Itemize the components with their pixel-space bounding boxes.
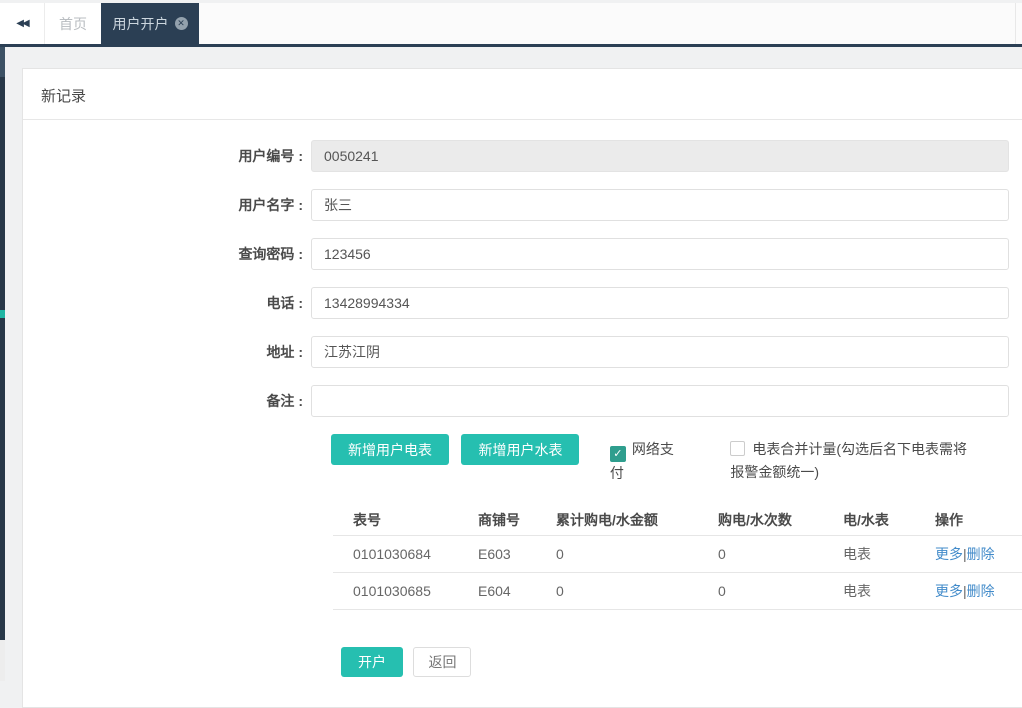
tabbar-edge-divider [1015, 3, 1016, 44]
query-password-label: 查询密码 : [238, 246, 303, 262]
col-header-operation: 操作 [935, 505, 1022, 536]
meter-table-header-row: 表号 商铺号 累计购电/水金额 购电/水次数 电/水表 操作 [333, 505, 1022, 536]
cell-purchase-count: 0 [718, 572, 843, 610]
cell-meter-type: 电表 [843, 572, 935, 610]
cell-shop-no: E603 [478, 535, 556, 573]
address-field[interactable] [311, 336, 1009, 368]
tab-user-account-opening[interactable]: 用户开户 ✕ [101, 3, 199, 44]
open-account-button[interactable]: 开户 [341, 647, 403, 677]
cell-total-amount: 0 [556, 572, 718, 610]
meter-table-container: 表号 商铺号 累计购电/水金额 购电/水次数 电/水表 操作 010103068… [333, 505, 1022, 610]
more-link[interactable]: 更多 [935, 583, 963, 599]
cell-meter-type: 电表 [843, 535, 935, 573]
network-payment-checkbox[interactable]: ✓ [609, 446, 626, 462]
user-name-field[interactable] [311, 189, 1009, 221]
query-password-field[interactable] [311, 238, 1009, 270]
form-row-user-name: 用户名字 : [23, 189, 1022, 221]
cell-operations: 更多|删除 [935, 535, 1022, 573]
address-label: 地址 : [266, 344, 303, 360]
remarks-label: 备注 : [266, 393, 303, 409]
tab-home-label: 首页 [59, 15, 87, 32]
remarks-field[interactable] [311, 385, 1009, 417]
meter-merge-label: 电表合并计量(勾选后名下电表需将报警金额统一) [730, 441, 968, 480]
table-row: 0101030685 E604 0 0 电表 更多|删除 [333, 572, 1022, 610]
col-header-meter-type: 电/水表 [843, 505, 935, 536]
content-area: 新记录 用户编号 : 用户名字 : 查询密码 : [5, 47, 1022, 708]
user-number-label: 用户编号 : [238, 148, 303, 164]
double-left-arrow-icon: ◀◀ [16, 18, 29, 29]
form-row-address: 地址 : [23, 336, 1022, 368]
new-record-form: 用户编号 : 用户名字 : 查询密码 : 电话 : [23, 120, 1022, 691]
add-electric-meter-button[interactable]: 新增用户电表 [331, 434, 449, 465]
form-row-query-password: 查询密码 : [23, 238, 1022, 270]
cell-operations: 更多|删除 [935, 572, 1022, 610]
user-number-field [311, 140, 1009, 172]
network-payment-checkbox-group[interactable]: ✓ 网络支付 [609, 438, 682, 485]
delete-link[interactable]: 删除 [967, 583, 995, 599]
sidebar-collapse-button[interactable]: ◀◀ [0, 3, 45, 44]
table-row: 0101030684 E603 0 0 电表 更多|删除 [333, 535, 1022, 573]
close-tab-icon[interactable]: ✕ [174, 17, 188, 30]
delete-link[interactable]: 删除 [967, 546, 995, 562]
phone-label: 电话 : [266, 295, 303, 311]
panel-title: 新记录 [23, 69, 1022, 120]
tab-bar: ◀◀ 首页 用户开户 ✕ [0, 0, 1022, 47]
cell-total-amount: 0 [556, 535, 718, 573]
new-record-panel: 新记录 用户编号 : 用户名字 : 查询密码 : [22, 68, 1022, 708]
col-header-shop-no: 商铺号 [478, 505, 556, 536]
meter-table: 表号 商铺号 累计购电/水金额 购电/水次数 电/水表 操作 010103068… [333, 505, 1022, 610]
cell-meter-no: 0101030685 [333, 572, 478, 610]
back-button[interactable]: 返回 [413, 647, 472, 677]
user-name-label: 用户名字 : [238, 197, 303, 213]
more-link[interactable]: 更多 [935, 546, 963, 562]
form-row-remarks: 备注 : [23, 385, 1022, 417]
meter-merge-checkbox-group[interactable]: 电表合并计量(勾选后名下电表需将报警金额统一) [730, 438, 980, 484]
col-header-meter-no: 表号 [333, 505, 478, 536]
cell-purchase-count: 0 [718, 535, 843, 573]
add-water-meter-button[interactable]: 新增用户水表 [461, 434, 580, 465]
phone-field[interactable] [311, 287, 1009, 319]
col-header-total-amount: 累计购电/水金额 [556, 505, 718, 536]
cell-meter-no: 0101030684 [333, 535, 478, 573]
cell-shop-no: E604 [478, 572, 556, 610]
tab-active-label: 用户开户 [112, 15, 169, 32]
form-row-user-number: 用户编号 : [23, 140, 1022, 172]
footer-buttons: 开户 返回 [341, 647, 1022, 691]
tab-home[interactable]: 首页 [45, 3, 101, 44]
meter-actions-row: 新增用户电表 新增用户水表 ✓ 网络支付 电表合并计量(勾选后名下电表需将报警金额… [23, 434, 1022, 485]
form-row-phone: 电话 : [23, 287, 1022, 319]
meter-merge-checkbox[interactable] [730, 441, 746, 456]
col-header-purchase-count: 购电/水次数 [718, 505, 843, 536]
